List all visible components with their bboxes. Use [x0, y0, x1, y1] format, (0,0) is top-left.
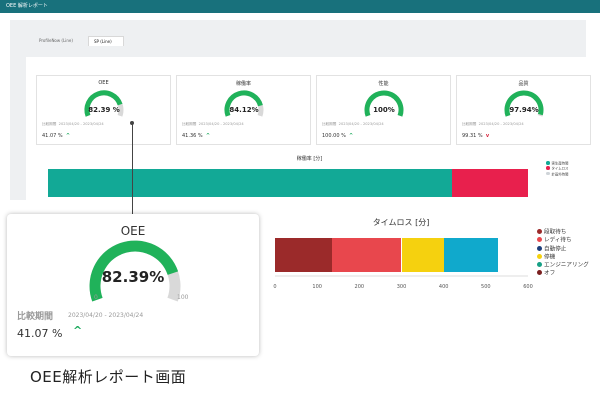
oee-title: OEE: [120, 224, 146, 238]
tab-profile-line[interactable]: ProfileNow (Line): [34, 36, 88, 46]
dashboard-panel: OEE 82.39 % 比較期間 2023/04/20 - 2023/04/24…: [26, 57, 593, 200]
compare-percent: 100.00 % ^: [322, 133, 354, 139]
x-tick-label: 100: [312, 284, 322, 290]
timeloss-bar-segment: [401, 238, 444, 272]
compare-percent: 41.07 %: [17, 327, 63, 340]
metric-card-availability[interactable]: 稼働率 84.12% 比較期間 2023/04/20 - 2023/04/24 …: [176, 75, 311, 145]
compare-percent: 41.07 % ^: [42, 133, 71, 139]
operating-chart-title: 稼働率 [分]: [296, 156, 323, 162]
oee-value: 82.39%: [101, 268, 165, 286]
operating-bar-segment: [452, 169, 528, 197]
trend-up-icon: ^: [65, 133, 71, 139]
timeloss-chart-ticks: 0 100 200 300 400 500 600: [273, 284, 532, 292]
compare-period: 比較期間 2023/04/20 - 2023/04/24: [42, 122, 104, 126]
x-tick-label: 0: [273, 284, 277, 290]
compare-period: 比較期間 2023/04/20 - 2023/04/24: [462, 122, 524, 126]
legend-swatch: [537, 270, 542, 276]
timeloss-bar-segment: [443, 238, 499, 272]
legend-item-ready-wait: レディ待ち: [537, 237, 599, 245]
trend-up-icon: ^: [205, 133, 211, 139]
x-tick-label: 600: [523, 284, 533, 290]
compare-percent: 41.36 % ^: [182, 133, 211, 139]
legend-swatch: [537, 245, 542, 251]
x-tick-label: 300: [396, 284, 407, 290]
gauge-min-label: 0: [94, 294, 98, 301]
app-body: ProfileNow (Line) SP (Line) OEE 82.39 % …: [10, 20, 593, 200]
x-tick-label: 200: [354, 284, 365, 290]
callout-line: [131, 123, 133, 216]
legend-item: 計画外時間: [546, 171, 596, 177]
tab-row: ProfileNow (Line) SP (Line): [24, 36, 584, 46]
gauge-max-label: 100: [177, 294, 189, 301]
compare-period-label: 比較期間: [17, 312, 54, 322]
timeloss-chart-plot: [275, 238, 528, 272]
timeloss-bar-segment: [331, 238, 402, 272]
tab-sp-line[interactable]: SP (Line): [88, 36, 124, 46]
timeloss-chart: [270, 230, 532, 280]
legend-item-stop: 停機: [537, 253, 599, 262]
x-tick-label: 500: [481, 284, 491, 290]
metric-card-performance[interactable]: 性能 100% 比較期間 2023/04/20 - 2023/04/24 100…: [316, 75, 451, 145]
legend-item-off: オフ: [537, 270, 599, 278]
x-tick-label: 400: [438, 284, 449, 290]
legend-swatch: [537, 237, 542, 243]
metric-value: 82.39 %: [88, 106, 120, 114]
legend-swatch: [537, 229, 542, 234]
app-title: OEE 解析レポート: [6, 3, 48, 9]
metric-card-quality[interactable]: 品質 97.94% 比較期間 2023/04/20 - 2023/04/24 9…: [456, 75, 591, 145]
legend-swatch: [537, 253, 542, 259]
operating-bar-segment: [48, 169, 453, 197]
timeloss-chart-title: タイムロス [分]: [372, 218, 430, 227]
compare-period: 比較期間 2023/04/20 - 2023/04/24: [322, 122, 384, 126]
trend-up-icon: ^: [73, 324, 83, 337]
compare-period-date: 2023/04/20 - 2023/04/24: [68, 312, 144, 319]
app-titlebar: OEE 解析レポート: [0, 0, 600, 13]
operating-chart-plot: [48, 169, 548, 199]
compare-period: 比較期間 2023/04/20 - 2023/04/24: [182, 122, 244, 126]
background-app-screenshot: OEE 解析レポート ProfileNow (Line) SP (Line) O…: [0, 0, 600, 200]
operating-chart-legend: 実生産時間 タイムロス 計画外時間: [546, 161, 596, 177]
legend-item-auto-stop: 自動停止: [537, 245, 599, 254]
compare-percent: 99.31 % v: [462, 133, 490, 139]
legend-swatch: [537, 262, 542, 268]
metric-card-oee[interactable]: OEE 82.39 % 比較期間 2023/04/20 - 2023/04/24…: [36, 75, 171, 145]
legend-item-engineering: エンジニアリング: [537, 262, 599, 270]
oee-card-zoomed: OEE 82.39% 0 100 比較期間 2023/04/20 - 2023/…: [7, 214, 259, 356]
metric-value: 100%: [373, 106, 395, 114]
timeloss-bar-segment: [275, 238, 332, 272]
page-caption: OEE解析レポート画面: [30, 368, 187, 386]
timeloss-chart-legend: 段取待ち レディ待ち 自動停止 停機 エンジニアリング オフ: [537, 229, 599, 279]
metric-value: 97.94%: [509, 106, 539, 114]
callout-connector: [130, 121, 134, 216]
trend-up-icon: ^: [349, 133, 354, 139]
legend-item-setup-wait: 段取待ち: [537, 229, 599, 237]
trend-down-icon: v: [485, 133, 490, 139]
metric-value: 84.12%: [229, 106, 259, 114]
